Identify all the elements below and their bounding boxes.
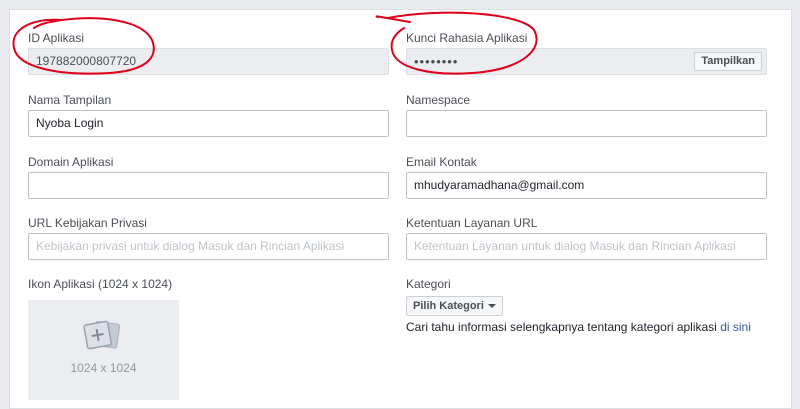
app-icon-size-text: 1024 x 1024 bbox=[70, 361, 137, 375]
privacy-url-input[interactable]: Kebijakan privasi untuk dialog Masuk dan… bbox=[28, 233, 389, 260]
category-help-text: Cari tahu informasi selengkapnya tentang… bbox=[406, 320, 721, 334]
choose-category-label: Pilih Kategori bbox=[413, 300, 484, 312]
app-domains-input[interactable] bbox=[28, 172, 389, 199]
contact-email-input[interactable]: mhudyaramadhana@gmail.com bbox=[406, 172, 767, 199]
app-secret-label: Kunci Rahasia Aplikasi bbox=[406, 31, 528, 45]
contact-email-label: Email Kontak bbox=[406, 155, 477, 169]
app-id-label: ID Aplikasi bbox=[28, 31, 85, 45]
terms-url-label: Ketentuan Layanan URL bbox=[406, 216, 538, 230]
add-image-icon bbox=[83, 320, 121, 350]
app-icon-uploader[interactable]: 1024 x 1024 bbox=[28, 300, 179, 400]
terms-url-input[interactable]: Ketentuan Layanan untuk dialog Masuk dan… bbox=[406, 233, 767, 260]
app-secret-value: •••••••• bbox=[414, 54, 459, 69]
category-label: Kategori bbox=[406, 277, 451, 291]
display-name-input[interactable]: Nyoba Login bbox=[28, 110, 389, 137]
app-id-field[interactable]: 197882000807720 bbox=[28, 48, 389, 75]
app-secret-field[interactable]: •••••••• Tampilkan bbox=[406, 48, 767, 75]
choose-category-button[interactable]: Pilih Kategori bbox=[406, 296, 503, 316]
namespace-input[interactable] bbox=[406, 110, 767, 137]
namespace-label: Namespace bbox=[406, 93, 471, 107]
privacy-url-label: URL Kebijakan Privasi bbox=[28, 216, 147, 230]
category-help: Cari tahu informasi selengkapnya tentang… bbox=[406, 320, 751, 334]
caret-down-icon bbox=[487, 304, 496, 309]
app-domains-label: Domain Aplikasi bbox=[28, 155, 114, 169]
show-secret-button[interactable]: Tampilkan bbox=[694, 52, 762, 71]
category-help-link[interactable]: di sini bbox=[720, 320, 751, 334]
display-name-label: Nama Tampilan bbox=[28, 93, 112, 107]
app-icon-label: Ikon Aplikasi (1024 x 1024) bbox=[28, 277, 173, 291]
